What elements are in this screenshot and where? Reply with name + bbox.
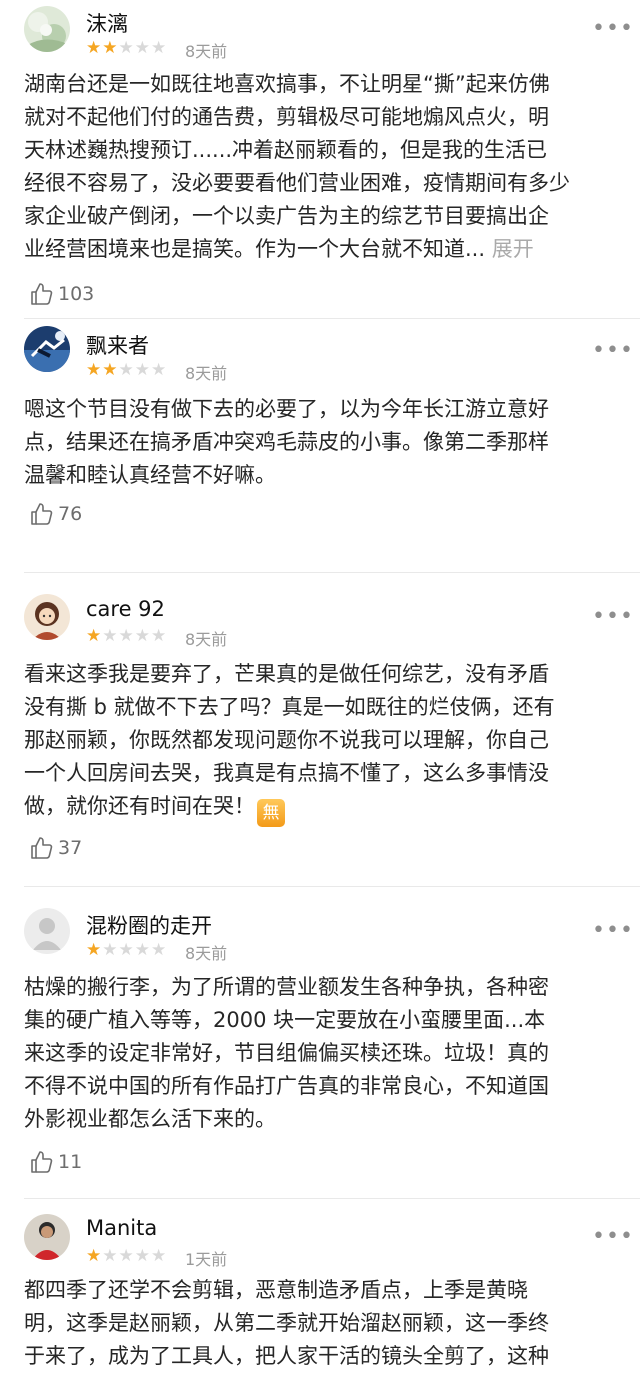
star-empty-icon: ★ xyxy=(102,940,118,960)
text-line: 于来了，成为了工具人，把人家干活的镜头全剪了，这种 xyxy=(24,1344,549,1368)
star-empty-icon: ★ xyxy=(151,360,167,380)
thumbs-up-icon xyxy=(30,836,54,860)
star-empty-icon: ★ xyxy=(134,626,150,646)
like-button[interactable]: 37 xyxy=(30,836,82,860)
text-line: 湖南台还是一如既往地喜欢搞事，不让明星“撕”起来仿佛 xyxy=(24,72,550,96)
star-rating: ★ ★ ★ ★ ★ xyxy=(86,40,166,57)
star-filled-icon: ★ xyxy=(86,1246,102,1266)
star-empty-icon: ★ xyxy=(151,940,167,960)
thumbs-up-icon xyxy=(30,1150,54,1174)
star-empty-icon: ★ xyxy=(102,626,118,646)
star-empty-icon: ★ xyxy=(102,1246,118,1266)
divider xyxy=(24,886,640,887)
more-options-icon[interactable]: ••• xyxy=(592,1226,634,1248)
like-button[interactable]: 11 xyxy=(30,1150,82,1174)
text-line: 枯燥的搬行李，为了所谓的营业额发生各种争执，各种密 xyxy=(24,975,549,999)
text-line: 做，就你还有时间在哭！ xyxy=(24,794,255,818)
review-text: 都四季了还学不会剪辑，恶意制造矛盾点，上季是黄晓 明，这季是赵丽颖，从第二季就开… xyxy=(24,1274,624,1373)
like-count: 37 xyxy=(58,837,83,859)
text-line: 点，结果还在搞矛盾冲突鸡毛蒜皮的小事。像第二季那样 xyxy=(24,430,549,454)
username[interactable]: 飘来者 xyxy=(86,330,149,360)
expand-link[interactable]: 展开 xyxy=(492,237,534,261)
like-count: 11 xyxy=(58,1151,83,1173)
star-rating: ★ ★ ★ ★ ★ xyxy=(86,362,166,379)
star-rating: ★ ★ ★ ★ ★ xyxy=(86,942,166,959)
star-filled-icon: ★ xyxy=(102,38,118,58)
more-options-icon[interactable]: ••• xyxy=(592,340,634,362)
star-empty-icon: ★ xyxy=(118,626,134,646)
review-text: 看来这季我是要弃了，芒果真的是做任何综艺，没有矛盾 没有撕 b 就做不下去了吗？… xyxy=(24,658,624,827)
star-filled-icon: ★ xyxy=(86,940,102,960)
text-line: 看来这季我是要弃了，芒果真的是做任何综艺，没有矛盾 xyxy=(24,662,549,686)
divider xyxy=(24,1198,640,1199)
star-empty-icon: ★ xyxy=(151,626,167,646)
more-options-icon[interactable]: ••• xyxy=(592,606,634,628)
star-empty-icon: ★ xyxy=(134,38,150,58)
review-text: 湖南台还是一如既往地喜欢搞事，不让明星“撕”起来仿佛 就对不起他们付的通告费，剪… xyxy=(24,68,624,266)
like-count: 76 xyxy=(58,503,83,525)
avatar[interactable] xyxy=(24,326,70,372)
avatar[interactable] xyxy=(24,6,70,52)
text-line: 都四季了还学不会剪辑，恶意制造矛盾点，上季是黄晓 xyxy=(24,1278,528,1302)
star-empty-icon: ★ xyxy=(134,940,150,960)
more-options-icon[interactable]: ••• xyxy=(592,18,634,40)
text-line: 集的硬广植入等等，2000 块一定要放在小蛮腰里面...本 xyxy=(24,1008,546,1032)
star-empty-icon: ★ xyxy=(118,1246,134,1266)
text-line: 一个人回房间去哭，我真是有点搞不懂了，这么多事情没 xyxy=(24,761,549,785)
text-line: 外影视业都怎么活下来的。 xyxy=(24,1107,276,1131)
like-button[interactable]: 76 xyxy=(30,502,82,526)
review-text: 枯燥的搬行李，为了所谓的营业额发生各种争执，各种密 集的硬广植入等等，2000 … xyxy=(24,971,624,1136)
text-line: 不得不说中国的所有作品打广告真的非常良心，不知道国 xyxy=(24,1074,549,1098)
avatar[interactable] xyxy=(24,594,70,640)
star-empty-icon: ★ xyxy=(151,38,167,58)
timestamp: 8天前 xyxy=(185,364,228,383)
star-filled-icon: ★ xyxy=(86,626,102,646)
avatar[interactable] xyxy=(24,1214,70,1260)
emoji-icon: 無 xyxy=(257,799,285,827)
divider xyxy=(24,572,640,573)
avatar[interactable] xyxy=(24,908,70,954)
star-rating: ★ ★ ★ ★ ★ xyxy=(86,1248,166,1265)
timestamp: 8天前 xyxy=(185,630,228,649)
text-line: 家企业破产倒闭，一个以卖广告为主的综艺节目要搞出企 xyxy=(24,204,549,228)
username[interactable]: care 92 xyxy=(86,597,165,621)
timestamp: 1天前 xyxy=(185,1250,228,1269)
star-filled-icon: ★ xyxy=(86,38,102,58)
text-line: 来这季的设定非常好，节目组偏偏买椟还珠。垃圾！真的 xyxy=(24,1041,549,1065)
text-line: 就对不起他们付的通告费，剪辑极尽可能地煽风点火，明 xyxy=(24,105,549,129)
timestamp: 8天前 xyxy=(185,944,228,963)
star-empty-icon: ★ xyxy=(118,940,134,960)
thumbs-up-icon xyxy=(30,282,54,306)
star-filled-icon: ★ xyxy=(102,360,118,380)
like-button[interactable]: 103 xyxy=(30,282,94,306)
divider xyxy=(24,318,640,319)
text-line: 嗯这个节目没有做下去的必要了，以为今年长江游立意好 xyxy=(24,397,549,421)
username[interactable]: 混粉圈的走开 xyxy=(86,910,212,940)
thumbs-up-icon xyxy=(30,502,54,526)
like-count: 103 xyxy=(58,283,95,305)
text-line: 业经营困境来也是搞笑。作为一个大台就不知道... xyxy=(24,237,486,261)
text-line: 那赵丽颖，你既然都发现问题你不说我可以理解，你自己 xyxy=(24,728,549,752)
star-empty-icon: ★ xyxy=(118,360,134,380)
username[interactable]: Manita xyxy=(86,1216,157,1240)
text-line: 天林述巍热搜预订......冲着赵丽颖看的，但是我的生活已 xyxy=(24,138,548,162)
text-line: 经很不容易了，没必要要看他们营业困难，疫情期间有多少 xyxy=(24,171,570,195)
text-line: 明，这季是赵丽颖，从第二季就开始溜赵丽颖，这一季终 xyxy=(24,1311,549,1335)
username[interactable]: 沫漓 xyxy=(86,8,128,38)
star-empty-icon: ★ xyxy=(134,360,150,380)
star-empty-icon: ★ xyxy=(151,1246,167,1266)
review-text: 嗯这个节目没有做下去的必要了，以为今年长江游立意好 点，结果还在搞矛盾冲突鸡毛蒜… xyxy=(24,393,624,492)
timestamp: 8天前 xyxy=(185,42,228,61)
star-empty-icon: ★ xyxy=(118,38,134,58)
text-line: 没有撕 b 就做不下去了吗？真是一如既往的烂伎俩，还有 xyxy=(24,695,555,719)
star-filled-icon: ★ xyxy=(86,360,102,380)
star-rating: ★ ★ ★ ★ ★ xyxy=(86,628,166,645)
text-line: 温馨和睦认真经营不好嘛。 xyxy=(24,463,276,487)
more-options-icon[interactable]: ••• xyxy=(592,920,634,942)
star-empty-icon: ★ xyxy=(134,1246,150,1266)
